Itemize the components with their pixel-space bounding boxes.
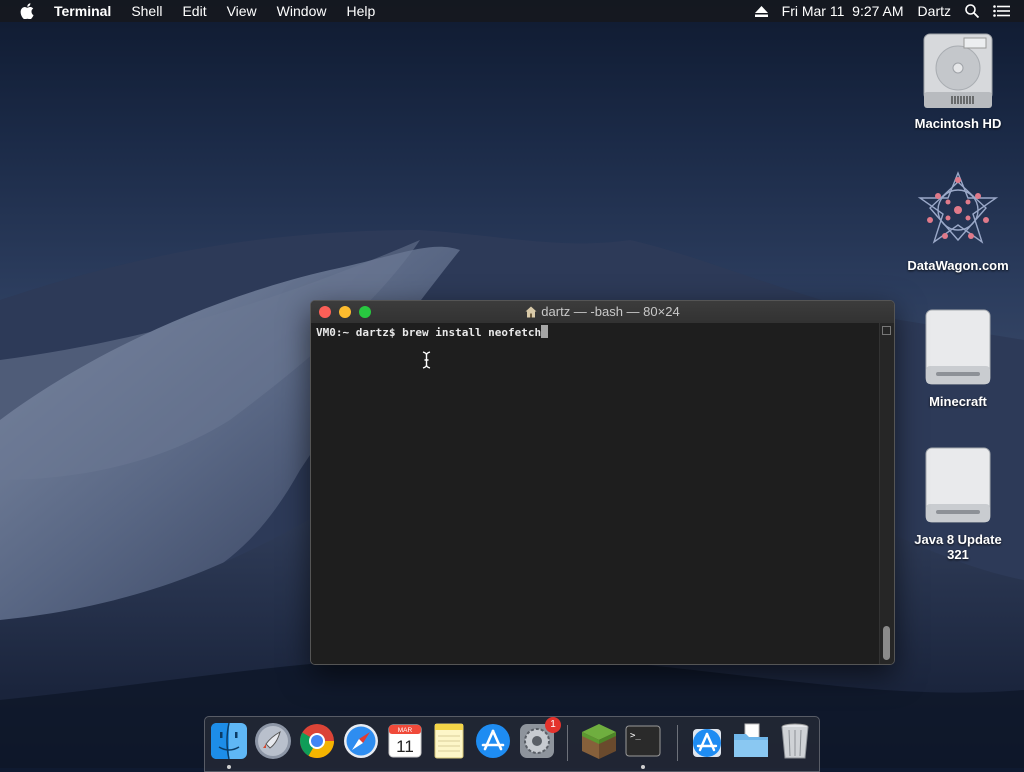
trash-icon	[781, 723, 809, 759]
calendar-day: 11	[396, 737, 414, 756]
terminal-title-text: dartz — -bash — 80×24	[541, 304, 680, 319]
desktop-icon-datawagon[interactable]: DataWagon.com	[903, 170, 1013, 273]
terminal-title: dartz — -bash — 80×24	[311, 304, 894, 319]
terminal-glyph: >_	[630, 731, 641, 741]
chrome-icon	[300, 724, 334, 758]
spotlight-search-icon[interactable]	[965, 4, 979, 18]
finder-icon	[211, 722, 247, 760]
app-store-icon	[476, 724, 510, 758]
dock-separator	[677, 725, 678, 761]
dock-downloads[interactable]	[687, 721, 727, 761]
desktop-icon-label: Minecraft	[929, 394, 987, 409]
datawagon-star-icon	[917, 171, 999, 244]
home-icon	[525, 306, 537, 318]
dock-chrome[interactable]	[297, 721, 337, 761]
terminal-prompt: VM0:~ dartz$	[316, 326, 403, 339]
ibeam-cursor-icon	[422, 351, 431, 369]
calendar-icon: MAR 11	[388, 724, 422, 758]
menu-help[interactable]: Help	[346, 3, 375, 19]
menu-view[interactable]: View	[227, 3, 257, 19]
dock-documents[interactable]	[731, 721, 771, 761]
dock-app-store[interactable]	[473, 721, 513, 761]
menu-window[interactable]: Window	[277, 3, 327, 19]
calendar-month: MAR	[398, 727, 413, 734]
terminal-window[interactable]: dartz — -bash — 80×24 VM0:~ dartz$ brew …	[310, 300, 895, 665]
folder-icon	[734, 723, 768, 757]
dock-system-preferences[interactable]: 1	[517, 717, 561, 761]
desktop-icon-label: DataWagon.com	[907, 258, 1009, 273]
dock-minecraft[interactable]	[579, 721, 619, 761]
dock: MAR 11 1 >_	[204, 716, 820, 772]
notes-icon	[434, 723, 464, 759]
terminal-content[interactable]: VM0:~ dartz$ brew install neofetch	[311, 323, 880, 664]
menu-bar: Terminal Shell Edit View Window Help Fri…	[0, 0, 1024, 22]
downloads-stack-icon	[693, 729, 721, 757]
menu-user[interactable]: Dartz	[918, 3, 951, 19]
terminal-scrollbar[interactable]	[879, 323, 894, 664]
menu-app-name[interactable]: Terminal	[54, 3, 111, 19]
launchpad-rocket-icon	[255, 723, 291, 759]
menu-shell[interactable]: Shell	[131, 3, 162, 19]
apple-menu-icon[interactable]	[20, 3, 34, 19]
terminal-icon: >_	[625, 725, 661, 757]
terminal-command: brew install neofetch	[402, 326, 542, 339]
desktop-icon-java[interactable]: Java 8 Update 321	[903, 446, 1013, 562]
split-pane-toggle[interactable]	[882, 326, 891, 335]
desktop-icon-label: Java 8 Update 321	[914, 532, 1002, 562]
notification-badge: 1	[545, 717, 561, 733]
scroll-knob[interactable]	[883, 626, 890, 660]
dock-launchpad[interactable]	[253, 721, 293, 761]
dock-notes[interactable]	[429, 721, 469, 761]
dock-calendar[interactable]: MAR 11	[385, 721, 425, 761]
dock-separator	[567, 725, 568, 761]
dock-finder[interactable]	[209, 721, 249, 769]
menu-clock[interactable]: Fri Mar 11 9:27 AM	[782, 3, 904, 19]
hard-drive-icon	[923, 33, 993, 108]
eject-icon[interactable]	[754, 5, 768, 17]
desktop-icon-minecraft[interactable]: Minecraft	[903, 308, 1013, 409]
safari-compass-icon	[344, 724, 378, 758]
notification-center-icon[interactable]	[993, 5, 1010, 17]
terminal-cursor	[541, 325, 549, 338]
desktop-icon-macintosh-hd[interactable]: Macintosh HD	[903, 32, 1013, 131]
minecraft-grass-block-icon	[582, 724, 616, 759]
disk-image-icon	[925, 447, 991, 523]
dock-trash[interactable]	[775, 721, 815, 761]
disk-image-icon	[925, 309, 991, 385]
terminal-titlebar[interactable]: dartz — -bash — 80×24	[311, 301, 894, 324]
dock-terminal[interactable]: >_	[623, 721, 663, 769]
menu-edit[interactable]: Edit	[182, 3, 206, 19]
desktop-icon-label: Macintosh HD	[914, 116, 1002, 131]
dock-safari[interactable]	[341, 721, 381, 761]
